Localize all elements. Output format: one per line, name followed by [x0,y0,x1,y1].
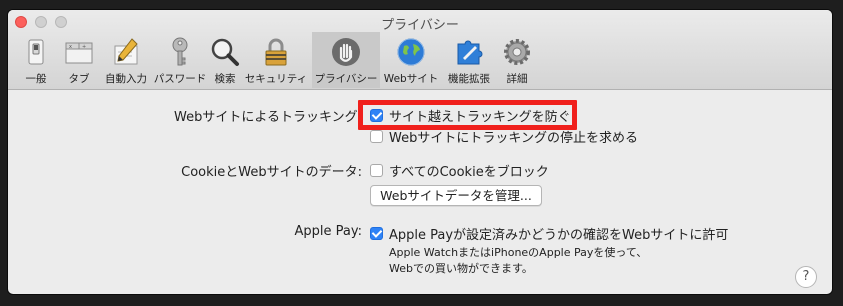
tab-autofill-label: 自動入力 [105,73,147,85]
tab-advanced[interactable]: 詳細 [498,32,536,88]
apple-pay-note-line1: Apple WatchまたはiPhoneのApple Payを使って、 [389,246,648,259]
globe-icon [397,38,425,66]
key-icon [172,37,188,66]
block-all-cookies-checkbox[interactable] [370,164,383,177]
apple-pay-label: Apple Pay: [294,224,363,239]
apple-pay-check-checkbox[interactable] [370,227,383,240]
tab-search[interactable]: 検索 [208,32,242,88]
block-all-cookies-label[interactable]: すべてのCookieをブロック [389,161,549,180]
general-switch-icon [28,39,44,65]
window-title: プライバシー [381,18,459,33]
tab-passwords-label: パスワード [153,73,207,85]
tab-websites-label: Webサイト [383,73,439,85]
toolbar-area: プライバシー 一般 x + タブ 自動入力 パスワード 検索 セキュリティ プラ… [8,10,832,90]
pencil-icon [114,38,138,65]
tab-security[interactable]: セキュリティ [242,32,310,88]
ask-not-track-checkbox[interactable] [370,130,383,143]
apple-pay-check-label[interactable]: Apple Payが設定済みかどうかの確認をWebサイトに許可 [389,224,728,243]
tab-tabs-label: タブ [68,73,90,85]
tab-search-label: 検索 [214,73,236,85]
manage-website-data-button[interactable]: Webサイトデータを管理... [370,185,542,206]
tab-passwords[interactable]: パスワード [152,32,208,88]
gear-icon [504,39,530,65]
puzzle-icon [457,40,483,65]
tab-security-label: セキュリティ [244,73,308,85]
tab-general[interactable]: 一般 [16,32,56,88]
tab-general-label: 一般 [25,73,47,85]
tab-tabs[interactable]: x + タブ [58,32,100,88]
help-button[interactable]: ? [795,266,817,288]
annotation-highlight-box [358,100,577,130]
tab-extensions-label: 機能拡張 [448,73,490,85]
safari-preferences-window: プライバシー 一般 x + タブ 自動入力 パスワード 検索 セキュリティ プラ… [8,10,832,294]
tab-autofill[interactable]: 自動入力 [100,32,152,88]
privacy-pane: Webサイトによるトラッキング: サイト越えトラッキングを防ぐ Webサイトにト… [8,90,832,294]
magnifier-icon [211,38,239,66]
svg-text:+: + [82,44,86,50]
tab-privacy-label: プライバシー [314,73,378,85]
tab-advanced-label: 詳細 [506,73,528,85]
tracking-label: Webサイトによるトラッキング: [174,110,362,125]
tab-extensions[interactable]: 機能拡張 [440,32,498,88]
cookies-label: CookieとWebサイトのデータ: [181,165,362,180]
apple-pay-note-line2: Webでの買い物ができます。 [389,262,533,275]
hand-icon [332,38,360,66]
svg-text:x: x [69,44,72,50]
tabs-window-icon: x + [65,42,93,64]
tab-privacy[interactable]: プライバシー [312,32,380,88]
tab-websites[interactable]: Webサイト [382,32,440,88]
lock-icon [265,38,287,66]
